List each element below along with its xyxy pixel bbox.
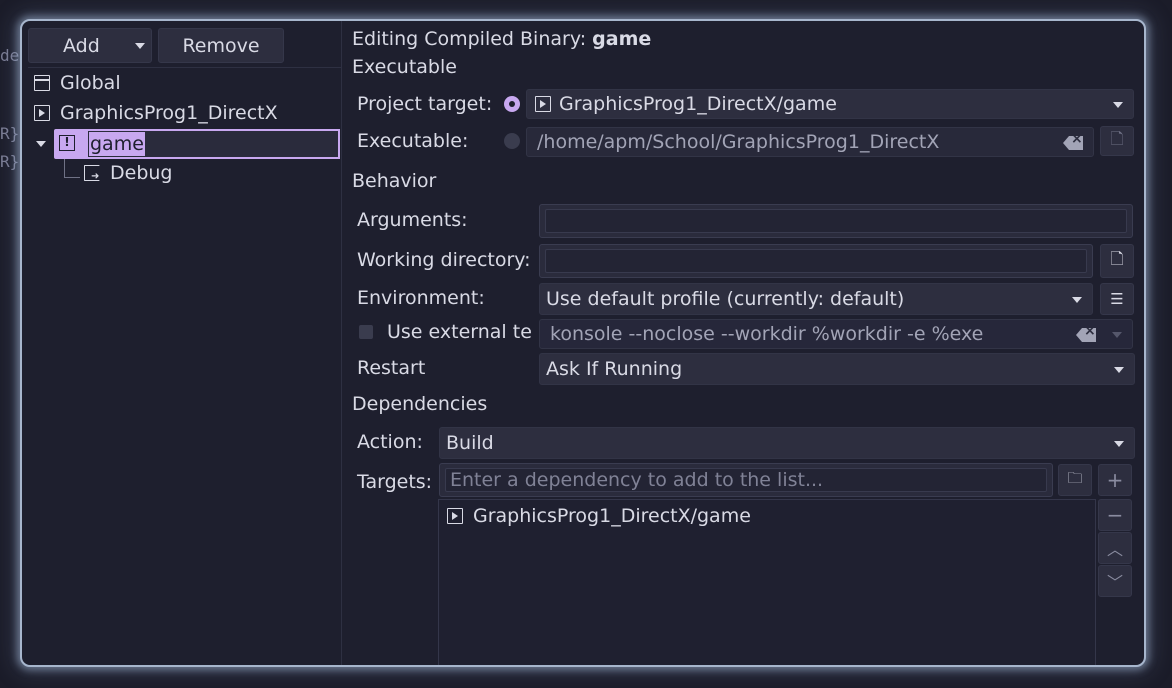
page-title-name: game — [592, 28, 652, 50]
plus-icon: + — [1106, 468, 1124, 492]
chevron-down-icon — [1112, 332, 1122, 338]
project-target-select[interactable]: GraphicsProg1_DirectX/game — [526, 89, 1134, 119]
folder-icon: 🗀 — [1067, 468, 1083, 487]
move-down-button[interactable]: ﹀ — [1098, 565, 1132, 597]
external-terminal-checkbox[interactable] — [359, 325, 373, 339]
chevron-down-icon — [1114, 367, 1124, 373]
page-title: Editing Compiled Binary: game — [352, 28, 651, 50]
tree-connector — [64, 159, 65, 177]
external-terminal-value: konsole --noclose --workdir %workdir -e … — [550, 323, 984, 345]
move-up-button[interactable]: ︿ — [1098, 532, 1132, 564]
dependency-list[interactable]: GraphicsProg1_DirectX/game — [438, 499, 1096, 665]
project-target-label: Project target: — [357, 93, 493, 115]
background-code-fragment: R} — [0, 124, 20, 143]
configure-environment-button[interactable]: ☰ — [1100, 283, 1134, 315]
action-value: Build — [446, 432, 494, 454]
action-select[interactable]: Build — [439, 427, 1135, 459]
project-target-value: GraphicsProg1_DirectX/game — [559, 93, 837, 115]
targets-label: Targets: — [357, 471, 433, 493]
section-executable: Executable — [352, 56, 457, 78]
launch-config-icon: ➜ — [84, 165, 100, 182]
environment-label: Environment: — [357, 287, 485, 309]
remove-dependency-button[interactable]: − — [1098, 499, 1132, 531]
arguments-value — [545, 209, 1127, 233]
rename-input[interactable]: game — [86, 129, 340, 159]
expand-arrow-icon[interactable] — [36, 141, 46, 147]
executable-radio[interactable] — [504, 133, 520, 149]
file-icon: 🗋 — [1110, 248, 1124, 268]
tree-item-label: Global — [60, 72, 121, 94]
restart-select[interactable]: Ask If Running — [539, 353, 1135, 385]
browse-target-button[interactable]: 🗀 — [1058, 464, 1092, 496]
clear-icon[interactable] — [1076, 328, 1096, 342]
tree-connector — [64, 177, 80, 178]
section-behavior: Behavior — [352, 170, 437, 192]
restart-label: Restart — [357, 357, 426, 379]
chevron-down-icon — [1114, 441, 1124, 447]
browse-directory-button[interactable]: 🗋 — [1100, 244, 1134, 278]
tree-item-project[interactable]: GraphicsProg1_DirectX — [34, 99, 278, 127]
chevron-down-icon — [1072, 297, 1082, 303]
list-item[interactable]: GraphicsProg1_DirectX/game — [447, 502, 751, 530]
add-button[interactable]: Add — [28, 28, 152, 63]
background-code-fragment: de — [0, 46, 20, 65]
tree-item-global[interactable]: Global — [33, 69, 121, 97]
executable-target-icon — [447, 508, 463, 524]
executable-path-input[interactable]: /home/apm/School/GraphicsProg1_DirectX — [526, 127, 1094, 157]
restart-value: Ask If Running — [546, 358, 683, 380]
remove-button-label: Remove — [182, 34, 260, 57]
chevron-up-icon: ︿ — [1106, 540, 1123, 559]
external-terminal-combobox[interactable]: konsole --noclose --workdir %workdir -e … — [539, 319, 1133, 349]
browse-file-button[interactable]: 🗋 — [1100, 126, 1134, 156]
add-dependency-button[interactable]: + — [1098, 464, 1132, 496]
targets-input[interactable]: Enter a dependency to add to the list... — [439, 463, 1053, 497]
clear-icon[interactable] — [1063, 136, 1083, 150]
folder-icon — [33, 75, 50, 91]
action-label: Action: — [357, 431, 423, 453]
arguments-input[interactable] — [539, 204, 1133, 238]
chevron-down-icon[interactable] — [135, 43, 145, 49]
add-button-label: Add — [63, 34, 100, 57]
section-dependencies: Dependencies — [352, 393, 488, 415]
tree-item-debug[interactable]: ➜ Debug — [84, 159, 172, 187]
executable-target-icon — [34, 105, 50, 121]
working-directory-input[interactable] — [539, 244, 1093, 278]
minus-icon: − — [1106, 503, 1124, 527]
environment-value: Use default profile (currently: default) — [546, 288, 905, 310]
executable-label: Executable: — [357, 130, 469, 152]
targets-placeholder: Enter a dependency to add to the list... — [445, 468, 1047, 492]
launch-tree-pane: Add Remove Global GraphicsProg1_DirectX … — [22, 21, 342, 665]
arguments-label: Arguments: — [357, 209, 468, 231]
sliders-icon: ☰ — [1110, 290, 1124, 308]
rename-selected-text: game — [89, 132, 145, 156]
page-title-prefix: Editing Compiled Binary: — [352, 28, 587, 50]
executable-target-icon — [535, 96, 551, 112]
warning-target-icon: ! — [59, 135, 75, 151]
working-directory-label: Working directory: — [357, 249, 531, 271]
external-terminal-label: Use external te — [387, 321, 532, 343]
tree-item-label: Debug — [110, 162, 173, 184]
project-target-radio[interactable] — [504, 96, 520, 112]
dependency-item-label: GraphicsProg1_DirectX/game — [473, 505, 751, 527]
working-directory-value — [545, 249, 1087, 273]
launch-configuration-dialog: Add Remove Global GraphicsProg1_DirectX … — [20, 19, 1146, 667]
remove-button[interactable]: Remove — [158, 28, 284, 63]
background-code-fragment: R} — [0, 152, 20, 171]
environment-select[interactable]: Use default profile (currently: default) — [539, 283, 1093, 315]
divider — [28, 67, 342, 68]
executable-path-value: /home/apm/School/GraphicsProg1_DirectX — [537, 131, 940, 153]
chevron-down-icon — [1113, 102, 1123, 108]
chevron-down-icon: ﹀ — [1106, 573, 1123, 592]
file-icon: 🗋 — [1110, 128, 1124, 148]
tree-item-label: GraphicsProg1_DirectX — [60, 102, 278, 124]
